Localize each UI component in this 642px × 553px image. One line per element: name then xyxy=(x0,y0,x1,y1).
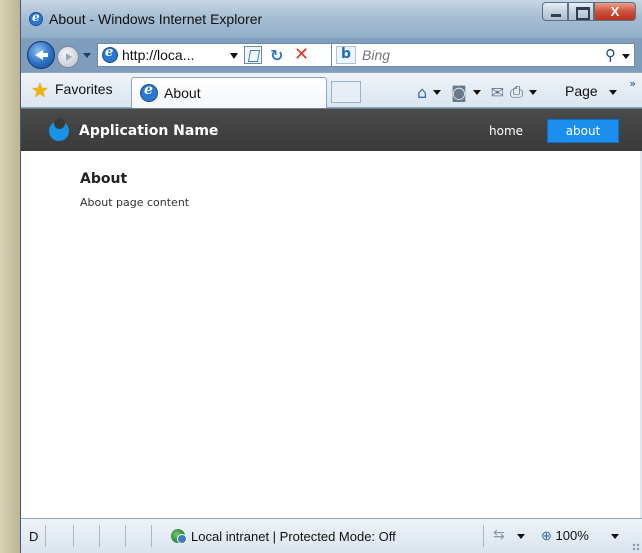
app-logo-icon xyxy=(49,118,69,141)
search-options-dropdown[interactable] xyxy=(622,54,630,59)
resize-grip[interactable] xyxy=(632,543,640,551)
favorites-label: Favorites xyxy=(55,81,113,97)
print-dropdown-icon[interactable] xyxy=(528,89,537,95)
status-divider xyxy=(483,525,484,547)
home-icon[interactable]: ⌂ xyxy=(417,83,427,102)
page-content: About page content xyxy=(80,196,190,209)
title-bar: About - Windows Internet Explorer X xyxy=(21,0,642,38)
tab-label: About xyxy=(164,85,201,101)
browser-window: About - Windows Internet Explorer X http… xyxy=(20,0,642,553)
nav-about[interactable]: about xyxy=(547,119,619,143)
ie-icon xyxy=(29,10,43,26)
app-name[interactable]: Application Name xyxy=(79,123,218,139)
status-divider xyxy=(151,525,152,547)
status-bar: D Local intranet | Protected Mode: Off ⇆… xyxy=(21,518,642,553)
stop-icon[interactable]: ✕ xyxy=(294,44,309,65)
zoom-dropdown-icon[interactable] xyxy=(611,534,619,539)
print-icon[interactable]: ⎙ xyxy=(510,82,523,102)
search-box[interactable]: b Bing ⚲ xyxy=(331,43,635,67)
favorites-button[interactable]: ★ Favorites xyxy=(31,80,113,102)
status-divider xyxy=(45,525,46,547)
minimize-button[interactable] xyxy=(542,2,568,21)
address-bar[interactable]: http://loca... ↻ ✕ xyxy=(97,43,337,67)
refresh-icon[interactable]: ↻ xyxy=(270,46,283,65)
search-icon[interactable]: ⚲ xyxy=(605,46,616,64)
address-dropdown-icon[interactable] xyxy=(230,53,238,59)
recent-pages-dropdown[interactable] xyxy=(83,53,91,58)
caption-buttons: X xyxy=(542,2,636,22)
ie-tab-icon xyxy=(140,82,158,102)
back-button[interactable] xyxy=(27,41,55,69)
intranet-zone-icon xyxy=(171,529,187,544)
window-title: About - Windows Internet Explorer xyxy=(49,11,263,27)
close-button[interactable]: X xyxy=(594,2,636,21)
command-toolbar: ★ Favorites About ⌂ ◙ ✉ ⎙ Page » xyxy=(21,72,642,108)
feeds-dropdown-icon[interactable] xyxy=(472,89,481,95)
star-icon: ★ xyxy=(31,80,49,102)
command-icons: ⌂ ◙ ✉ ⎙ xyxy=(417,81,547,103)
page-menu[interactable]: Page xyxy=(565,83,598,99)
zoom-icon: ⊕ xyxy=(541,528,552,543)
protected-mode-icon[interactable]: ⇆ xyxy=(493,527,505,543)
mail-icon[interactable]: ✉ xyxy=(491,83,504,102)
chevron-icon[interactable]: » xyxy=(629,77,636,90)
status-text: D xyxy=(29,529,39,544)
new-tab-button[interactable] xyxy=(331,81,361,103)
compatibility-view-icon[interactable] xyxy=(244,46,262,64)
zoom-level[interactable]: ⊕ 100% xyxy=(541,528,589,544)
tab-about[interactable]: About xyxy=(131,77,327,108)
status-divider xyxy=(73,525,74,547)
status-divider xyxy=(99,525,100,547)
page-title: About xyxy=(80,171,128,187)
home-dropdown-icon[interactable] xyxy=(433,89,442,95)
bing-icon: b xyxy=(336,46,356,64)
nav-home[interactable]: home xyxy=(489,124,523,138)
ie-page-icon xyxy=(102,45,118,63)
forward-button[interactable] xyxy=(57,46,79,68)
status-divider xyxy=(125,525,126,547)
security-zone[interactable]: Local intranet | Protected Mode: Off xyxy=(191,529,396,544)
zoom-value: 100% xyxy=(555,528,589,543)
maximize-button[interactable] xyxy=(568,2,594,21)
app-header: Application Name home about xyxy=(21,109,642,151)
search-input[interactable]: Bing xyxy=(362,47,390,63)
address-row: http://loca... ↻ ✕ b Bing ⚲ xyxy=(21,38,642,72)
page-viewport: Application Name home about About About … xyxy=(21,108,642,519)
url-input[interactable]: http://loca... xyxy=(122,47,194,63)
page-dropdown-icon[interactable] xyxy=(609,90,617,95)
security-dropdown-icon[interactable] xyxy=(517,534,525,539)
feeds-icon[interactable]: ◙ xyxy=(451,83,467,102)
